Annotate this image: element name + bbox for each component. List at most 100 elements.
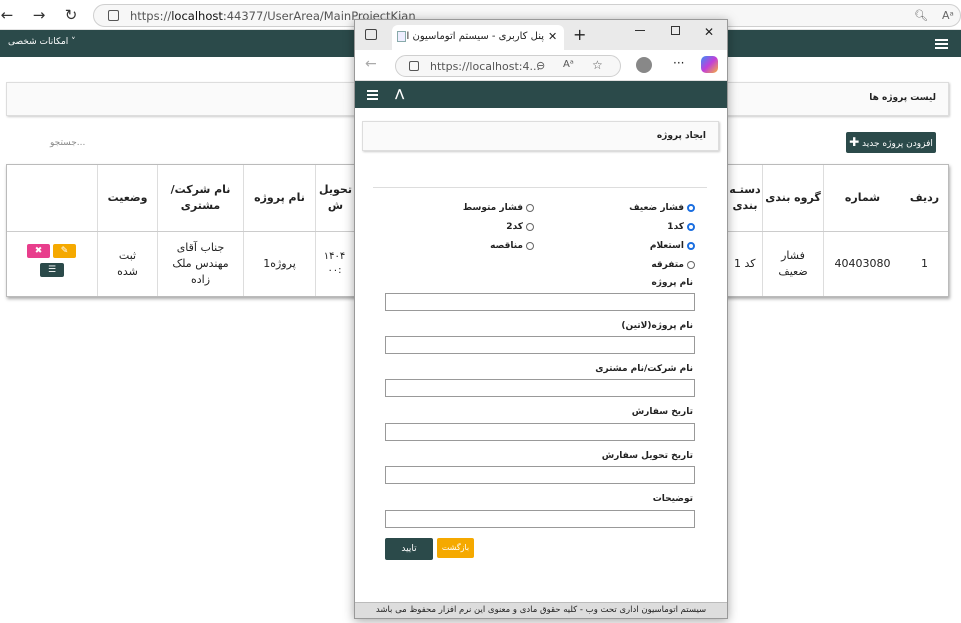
edit-icon: ✎: [60, 246, 69, 256]
popup-tab[interactable]: پنل کاربری - سیستم اتوماسیون ادا ✕: [392, 25, 564, 50]
header-delivery: تحویل ش: [315, 165, 355, 231]
radio-dot: [526, 242, 534, 250]
project-name-latin-input[interactable]: [385, 336, 695, 354]
tab-actions-icon[interactable]: [365, 29, 377, 40]
label-delivery-date: تاریخ تحویل سفارش: [601, 451, 693, 461]
favorite-icon[interactable]: ☆: [592, 58, 603, 72]
lock-icon: [409, 61, 419, 71]
header-category: دستـه بندی: [727, 165, 762, 231]
read-aloud-icon[interactable]: Aᵃ: [563, 59, 574, 70]
popup-addressbar: ← https://localhost:4... ⊖ Aᵃ ☆ ···: [355, 50, 727, 81]
form-divider: [373, 187, 707, 188]
more-icon[interactable]: ···: [673, 56, 684, 70]
radio-label: متفرقه: [651, 260, 684, 270]
page-icon: [397, 31, 406, 42]
form-title: ایجاد پروژه: [656, 131, 706, 141]
profile-avatar[interactable]: [636, 57, 652, 73]
cell-actions: ✖ ✎ ☰: [7, 232, 97, 296]
page-title: لیست پروژه ها: [869, 93, 936, 103]
radio-label: کد1: [667, 222, 684, 232]
header-group: گروه بندی: [762, 165, 823, 231]
project-name-input[interactable]: [385, 293, 695, 311]
popup-tab-title: پنل کاربری - سیستم اتوماسیون ادا: [399, 31, 544, 42]
header-company: نام شرکت/ مشتری: [157, 165, 243, 231]
radio-label: کد2: [506, 222, 523, 232]
label-project-name: نام پروژه: [651, 278, 693, 288]
tab-close-icon[interactable]: ✕: [548, 30, 557, 43]
radio-dot: [687, 204, 695, 212]
label-company: نام شرکت/نام مشتری: [595, 364, 693, 374]
cell-company: جناب آقای مهندس ملک زاده: [157, 232, 243, 296]
cell-number: 40403080: [823, 232, 901, 296]
copilot-icon[interactable]: [701, 56, 718, 73]
hamburger-icon[interactable]: [935, 39, 948, 49]
radio-code1[interactable]: کد1: [667, 222, 695, 232]
radio-weak-pressure[interactable]: فشار ضعیف: [629, 203, 695, 213]
radio-inquiry[interactable]: استعلام: [650, 241, 695, 251]
radio-code2[interactable]: کد2: [506, 222, 534, 232]
footer-text: سیستم اتوماسیون اداری تحت وب - کلیه حقوق…: [355, 602, 727, 618]
lock-icon: [108, 10, 119, 21]
new-tab-icon[interactable]: +: [573, 25, 586, 44]
radio-dot: [526, 204, 534, 212]
hamburger-icon[interactable]: [367, 90, 378, 100]
radio-dot: [526, 223, 534, 231]
edit-button[interactable]: ✎: [53, 244, 76, 258]
radio-misc[interactable]: متفرقه: [651, 260, 695, 270]
radio-dot: [687, 261, 695, 269]
header-project-name: نام پروژه: [243, 165, 315, 231]
cell-category: کد 1: [727, 232, 762, 296]
back-button[interactable]: بازگشت: [437, 538, 474, 558]
radio-label: مناقصه: [490, 241, 523, 251]
header-actions: [7, 165, 97, 231]
cell-project-name: پروژه1: [243, 232, 315, 296]
delivery-date-input[interactable]: [385, 466, 695, 484]
description-input[interactable]: [385, 510, 695, 528]
list-icon: ☰: [47, 265, 57, 275]
cell-delivery: ۱۴۰۴ ۰۰:: [315, 232, 355, 296]
popup-titlebar: پنل کاربری - سیستم اتوماسیون ادا ✕ + ✕: [355, 20, 727, 50]
label-order-date: تاریخ سفارش: [631, 407, 693, 417]
window-close-icon[interactable]: ✕: [704, 25, 714, 39]
header-status: وضعیت: [97, 165, 157, 231]
radio-label: استعلام: [649, 241, 684, 251]
search-input[interactable]: جستجو...: [50, 138, 85, 148]
zoom-icon[interactable]: ⊖: [536, 59, 545, 72]
cell-group: فشار ضعیف: [762, 232, 823, 296]
cell-status: ثبت شده: [97, 232, 157, 296]
radio-medium-pressure[interactable]: فشار متوسط: [463, 203, 534, 213]
popup-app-navbar: ⋀: [355, 81, 727, 108]
radio-dot: [687, 242, 695, 250]
add-project-button[interactable]: ✚ افزودن پروژه جدید: [846, 132, 936, 153]
popup-url-field[interactable]: https://localhost:4... ⊖ Aᵃ ☆: [395, 55, 621, 77]
popup-url-text: https://localhost:4...: [430, 60, 540, 73]
maximize-icon[interactable]: [671, 26, 680, 35]
label-project-name-latin: نام پروژه(لاتین): [621, 321, 693, 331]
zoom-icon[interactable]: 🔍︎: [914, 9, 928, 22]
header-row: ردیف: [909, 191, 940, 205]
delete-button[interactable]: ✖: [27, 244, 50, 258]
details-button[interactable]: ☰: [40, 263, 64, 277]
confirm-button[interactable]: تایید: [385, 538, 433, 560]
label-description: توضیحات: [652, 494, 693, 504]
back-icon[interactable]: ←: [365, 56, 377, 72]
close-icon: ✖: [34, 246, 43, 256]
radio-label: فشار ضعیف: [629, 203, 684, 213]
plus-icon: ✚: [849, 135, 860, 149]
radio-dot: [687, 223, 695, 231]
minimize-icon[interactable]: [635, 30, 645, 31]
cell-row: 1: [921, 257, 928, 271]
forward-icon[interactable]: →: [28, 5, 50, 25]
create-project-card: ایجاد پروژه: [362, 121, 719, 151]
logo-icon: ⋀: [395, 87, 405, 100]
popup-window: پنل کاربری - سیستم اتوماسیون ادا ✕ + ✕ ←…: [354, 19, 728, 619]
company-input[interactable]: [385, 379, 695, 397]
personal-menu[interactable]: امکانات شخصی ˅: [8, 37, 76, 47]
radio-label: فشار متوسط: [462, 203, 523, 213]
radio-tender[interactable]: مناقصه: [490, 241, 534, 251]
read-aloud-icon[interactable]: Aᵃ: [942, 9, 954, 22]
header-number: شماره: [823, 165, 901, 231]
order-date-input[interactable]: [385, 423, 695, 441]
back-icon[interactable]: ←: [0, 5, 18, 25]
refresh-icon[interactable]: ↻: [60, 5, 82, 25]
